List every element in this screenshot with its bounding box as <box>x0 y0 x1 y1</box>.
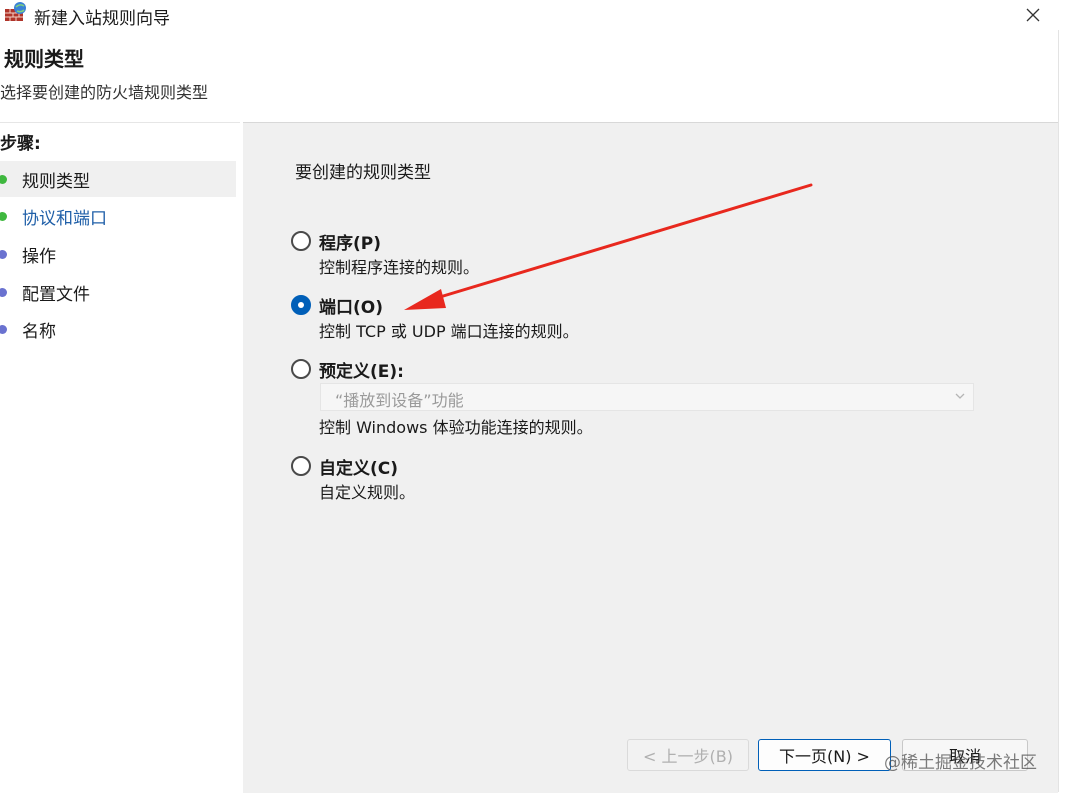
step-profile[interactable]: 配置文件 <box>0 274 236 310</box>
step-label: 操作 <box>22 246 56 267</box>
firewall-app-icon <box>5 2 26 21</box>
step-status-dot <box>0 287 7 297</box>
step-status-dot <box>0 174 7 184</box>
watermark: @稀土掘金技术社区 <box>884 753 1037 773</box>
option-label[interactable]: 端口(O) <box>319 293 383 318</box>
back-button-label: < 上一步(B) <box>643 747 733 766</box>
predefined-dropdown-value: “播放到设备”功能 <box>335 391 464 410</box>
close-icon <box>1026 8 1040 22</box>
radio-predefined[interactable] <box>291 359 311 379</box>
next-button[interactable]: 下一页(N) > <box>758 739 891 771</box>
step-label: 规则类型 <box>22 171 90 192</box>
radio-port[interactable] <box>291 295 311 315</box>
radio-program[interactable] <box>291 231 311 251</box>
window-edge <box>1058 30 1067 792</box>
rule-type-pane: 要创建的规则类型 程序(P) 控制程序连接的规则。 端口(O) 控制 TCP 或… <box>243 122 1058 793</box>
option-description: 控制 Windows 体验功能连接的规则。 <box>319 418 593 437</box>
steps-pane: 步骤: 规则类型 协议和端口 操作 配置文件 名称 <box>0 122 240 793</box>
option-description: 控制程序连接的规则。 <box>319 258 480 277</box>
option-description: 控制 TCP 或 UDP 端口连接的规则。 <box>319 322 579 341</box>
page-subtitle: 选择要创建的防火墙规则类型 <box>0 83 209 102</box>
steps-title: 步骤: <box>0 134 41 154</box>
back-button[interactable]: < 上一步(B) <box>627 739 749 771</box>
radio-custom[interactable] <box>291 456 311 476</box>
step-status-dot <box>0 249 7 259</box>
step-rule-type[interactable]: 规则类型 <box>0 161 236 197</box>
step-label: 名称 <box>22 321 56 342</box>
option-description: 自定义规则。 <box>319 483 416 502</box>
step-status-dot <box>0 324 7 334</box>
step-action[interactable]: 操作 <box>0 236 236 272</box>
option-label[interactable]: 自定义(C) <box>319 454 398 479</box>
title-bar: 新建入站规则向导 <box>0 0 1067 30</box>
wizard-header: 规则类型 选择要创建的防火墙规则类型 <box>0 30 1060 122</box>
rule-type-question: 要创建的规则类型 <box>295 163 431 183</box>
predefined-dropdown[interactable]: “播放到设备”功能 <box>320 383 974 411</box>
chevron-down-icon <box>955 393 965 399</box>
step-label: 协议和端口 <box>22 208 107 229</box>
step-status-dot <box>0 211 7 221</box>
page-title: 规则类型 <box>4 47 84 71</box>
option-label[interactable]: 程序(P) <box>319 229 381 254</box>
step-protocol-ports[interactable]: 协议和端口 <box>0 198 236 234</box>
next-button-label: 下一页(N) > <box>779 747 870 766</box>
close-button[interactable] <box>1013 0 1053 30</box>
window-title: 新建入站规则向导 <box>34 9 170 29</box>
option-label[interactable]: 预定义(E): <box>319 357 404 382</box>
step-name[interactable]: 名称 <box>0 311 236 347</box>
step-label: 配置文件 <box>22 284 90 305</box>
